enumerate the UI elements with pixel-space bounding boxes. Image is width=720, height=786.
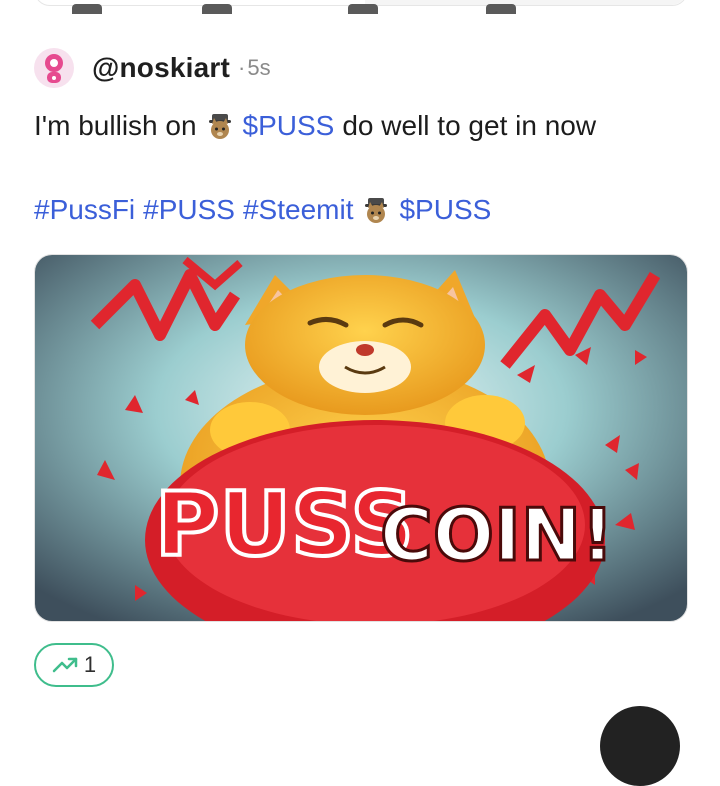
ticker-link[interactable]: $PUSS	[243, 110, 335, 142]
ticker-link-2[interactable]: $PUSS	[399, 194, 491, 226]
avatar[interactable]	[34, 48, 74, 88]
hashtag-steemit[interactable]: #Steemit	[243, 194, 354, 226]
comment-icon[interactable]	[72, 4, 102, 14]
cat-detective-emoji-icon	[365, 198, 388, 223]
trending-up-icon	[52, 657, 78, 673]
post-image[interactable]: PUSS COIN!	[34, 254, 688, 622]
action-bar	[60, 708, 700, 720]
share-icon[interactable]	[348, 4, 378, 14]
cat-detective-emoji-icon	[208, 114, 231, 139]
puss-coin-illustration: PUSS COIN!	[35, 255, 687, 621]
tip-icon[interactable]	[486, 4, 516, 14]
post-text-part2: do well to get in now	[342, 110, 597, 141]
separator: ·	[238, 55, 246, 80]
hashtag-puss[interactable]: #PUSS	[143, 194, 235, 226]
post-text: I'm bullish on $PUSS do well to get in n…	[34, 110, 596, 142]
image-text-puss: PUSS	[155, 473, 414, 576]
upvote-button[interactable]: 1	[34, 643, 114, 687]
reply-icon[interactable]	[202, 4, 232, 14]
timestamp: 5s	[247, 55, 271, 80]
post-text-part1: I'm bullish on	[34, 110, 197, 141]
compose-button[interactable]	[600, 706, 680, 786]
post-header: @noskiart · 5s	[34, 47, 271, 89]
hashtag-line: #PussFi #PUSS #Steemit $PUSS	[34, 194, 491, 226]
username[interactable]: @noskiart	[92, 52, 230, 84]
avatar-icon	[45, 54, 63, 83]
upvote-count: 1	[83, 652, 97, 677]
hashtag-pussfi[interactable]: #PussFi	[34, 194, 135, 226]
image-text-coin: COIN!	[380, 493, 614, 577]
